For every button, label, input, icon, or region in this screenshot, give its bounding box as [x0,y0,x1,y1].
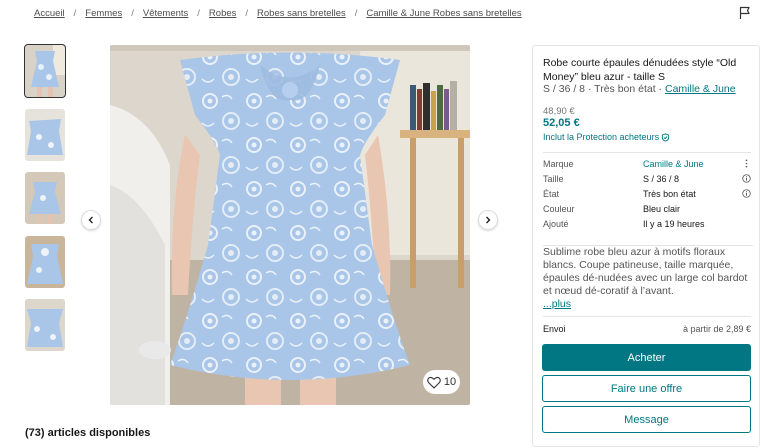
info-icon[interactable] [742,174,751,183]
item-details-panel: Robe courte épaules dénudées style “Old … [532,45,760,447]
detail-row-color: Couleur Bleu clair [543,204,751,219]
message-button[interactable]: Message [542,406,751,433]
detail-row-brand: Marque Camille & June [543,159,751,174]
item-title: Robe courte épaules dénudées style “Old … [543,57,737,83]
main-product-photo[interactable] [110,45,470,405]
detail-label: Couleur [543,204,575,214]
favorite-button[interactable]: 10 [423,370,460,394]
item-description: Sublime robe bleu azur à motifs floraux … [543,245,753,311]
details-table: Marque Camille & June Taille S / 36 / 8 … [543,152,751,234]
chevron-left-icon [88,216,93,224]
detail-row-added: Ajouté Il y a 19 heures [543,219,751,234]
favorite-count: 10 [443,376,457,388]
detail-label: Taille [543,174,564,184]
shield-icon [661,132,670,142]
detail-label: État [543,189,560,199]
show-more-link[interactable]: ...plus [543,298,571,310]
breadcrumb-dresses[interactable]: Robes [209,8,236,19]
breadcrumb-home[interactable]: Accueil [34,8,65,19]
thumbnail-5[interactable] [25,299,65,351]
buyer-protection-text: Inclut la Protection acheteurs [543,132,660,142]
previous-photo-button[interactable] [81,210,101,230]
item-summary-text: S / 36 / 8 · Très bon état · [543,83,665,95]
buyer-protection-link[interactable]: Inclut la Protection acheteurs [543,132,670,142]
shipping-row: Envoi à partir de 2,89 € [543,316,751,334]
more-options-icon[interactable] [742,159,751,168]
detail-row-condition: État Très bon état [543,189,751,204]
buy-button[interactable]: Acheter [542,344,751,371]
detail-brand-link[interactable]: Camille & June [643,159,704,169]
original-price: 48,90 € [543,106,575,117]
breadcrumb-clothing[interactable]: Vêtements [143,8,188,19]
brand-link[interactable]: Camille & June [665,83,736,95]
total-price: 52,05 € [543,117,580,129]
detail-label: Ajouté [543,219,569,229]
info-icon[interactable] [742,189,751,198]
thumbnail-2[interactable] [25,108,65,161]
breadcrumb-women[interactable]: Femmes [85,8,122,19]
detail-value: S / 36 / 8 [643,174,680,184]
description-text: Sublime robe bleu azur à motifs floraux … [543,246,748,297]
detail-row-size: Taille S / 36 / 8 [543,174,751,189]
shipping-label: Envoi [543,324,566,334]
breadcrumb: Accueil / Femmes / Vêtements / Robes / Robes… [34,8,522,19]
breadcrumb-brand-category[interactable]: Camille & June Robes sans bretelles [366,8,521,19]
heart-icon [427,376,441,389]
thumbnail-3[interactable] [25,172,65,224]
detail-value: Très bon état [643,189,696,199]
available-items-count: (73) articles disponibles [25,427,151,439]
detail-value: Bleu clair [643,204,681,214]
item-summary: S / 36 / 8 · Très bon état · Camille & J… [543,83,736,95]
thumbnail-4[interactable] [25,235,65,288]
next-photo-button[interactable] [478,210,498,230]
chevron-right-icon [486,216,491,224]
thumbnail-1[interactable] [24,44,66,98]
flag-icon[interactable] [738,6,752,20]
detail-value: Il y a 19 heures [643,219,705,229]
make-offer-button[interactable]: Faire une offre [542,375,751,402]
breadcrumb-strapless-dresses[interactable]: Robes sans bretelles [257,8,346,19]
detail-label: Marque [543,159,574,169]
shipping-price: à partir de 2,89 € [682,324,751,334]
thumbnail-strip [24,44,66,363]
